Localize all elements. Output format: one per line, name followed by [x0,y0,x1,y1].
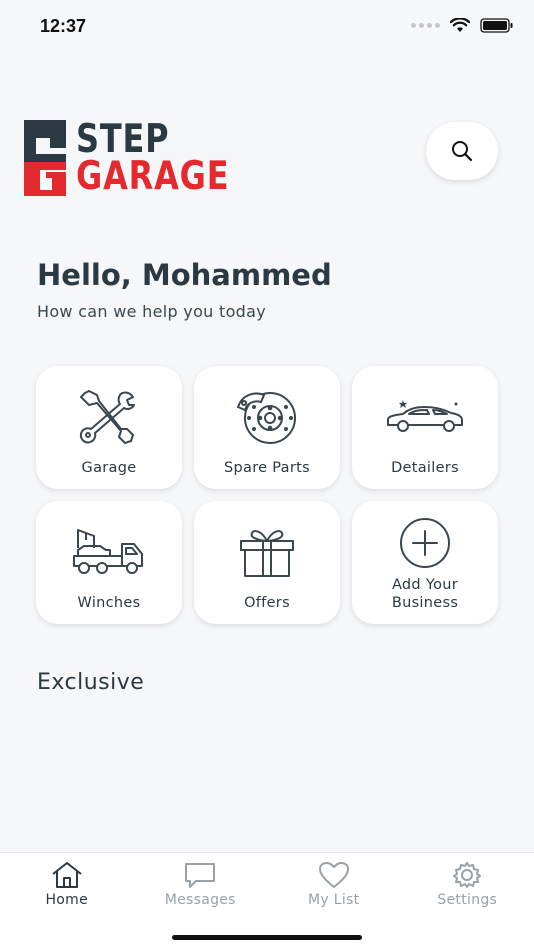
services-grid: Garage Spare Parts Detailers Winches Off… [36,366,499,624]
tab-label: Home [45,892,89,908]
logo-text-garage: GARAGE [76,154,230,199]
tab-label: Messages [164,892,236,908]
step-garage-logo-icon [24,120,66,196]
tab-my-list[interactable]: My List [267,861,401,908]
greeting-subtitle: How can we help you today [37,302,266,321]
battery-icon [480,18,513,33]
car-sparkle-icon [387,400,463,433]
search-icon [452,141,473,162]
service-label: Spare Parts [224,459,310,476]
service-tile-detailers[interactable]: Detailers [352,366,498,489]
service-label: Detailers [391,459,459,476]
logo-text-step: STEP [76,116,170,162]
status-time: 12:37 [40,16,87,36]
service-label: Add Your Business [391,576,459,611]
brake-disc-icon [236,392,296,445]
heart-icon [318,862,349,888]
tab-home[interactable]: Home [0,861,134,908]
service-label: Garage [81,459,137,476]
home-indicator [172,935,362,940]
service-label: Offers [244,594,290,611]
service-tile-winches[interactable]: Winches [36,501,182,624]
search-button[interactable] [426,122,498,180]
tab-settings[interactable]: Settings [401,861,534,908]
plus-circle-icon [400,518,450,569]
greeting-title: Hello, Mohammed [37,258,332,292]
service-tile-spare-parts[interactable]: Spare Parts [194,366,340,489]
wifi-icon [450,18,470,32]
status-bar: 12:37 [0,0,534,52]
service-tile-add-business[interactable]: Add Your Business [352,501,498,624]
gear-icon [453,862,482,888]
app-logo: STEP GARAGE [22,118,263,198]
tab-label: Settings [437,892,498,908]
signal-icon [411,23,440,28]
service-tile-offers[interactable]: Offers [194,501,340,624]
section-title-exclusive: Exclusive [37,670,145,695]
tow-truck-icon [73,529,143,575]
service-tile-garage[interactable]: Garage [36,366,182,489]
status-icons [411,18,514,33]
tab-label: My List [308,892,360,908]
service-label: Winches [77,594,141,611]
gift-icon [240,530,294,578]
wrench-cross-icon [79,390,135,445]
chat-icon [185,863,216,888]
tab-messages[interactable]: Messages [134,861,268,908]
home-icon [52,862,82,888]
